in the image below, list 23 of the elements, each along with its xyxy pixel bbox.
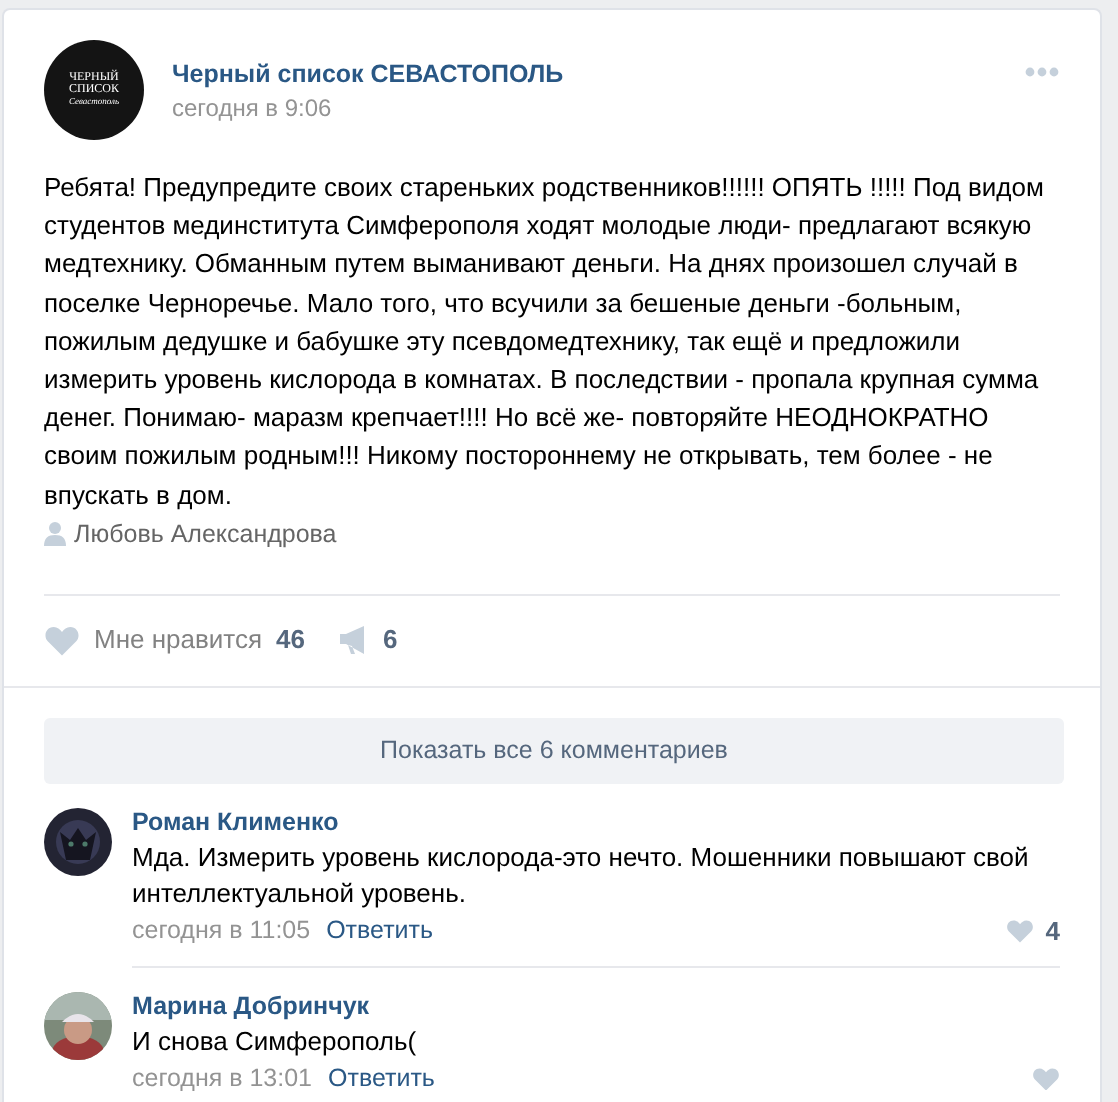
signer-name[interactable]: Любовь Александрова (74, 515, 337, 555)
post-text: Ребята! Предупредите своих стареньких родственников!!!!!! ОПЯТЬ !!!!! Под видом студентов мединститута Симферополя ходят молодые люди- предлагают всякую медтехнику. Обманным путем выманивают деньги. На днях произошел случай в поселке Черноречье. Мало того, что всучили за бешеные деньги -больным, пожилым дедушке и бабушке эту псевдомедтехнику, так ещё и предложили измерить уровень кислорода в комнатах. В последствии - пропала крупная сумма денег. Понимаю- маразм крепчает!!!! Но всё же- повторяйте НЕОДНОКРАТНО своим пожилым родным!!! Никому постороннему не открывать, тем более - не впускать в дом. (44, 170, 1046, 514)
comment-text: И снова Симферополь( (132, 1023, 419, 1060)
comment-like-button[interactable] (1032, 1065, 1060, 1091)
comment-author[interactable]: Марина Добринчук (132, 987, 1060, 1024)
reply-link[interactable]: Ответить (326, 916, 434, 945)
heart-icon (44, 624, 80, 656)
group-name[interactable]: Черный список СЕВАСТОПОЛЬ (172, 59, 996, 87)
like-button[interactable]: Мне нравится 46 (44, 624, 305, 656)
show-comments-button[interactable]: Показать все 6 комментариев (44, 717, 1064, 784)
reply-link[interactable]: Ответить (328, 1063, 435, 1092)
more-icon[interactable] (1024, 66, 1060, 78)
comment-time[interactable]: сегодня в 11:05 (132, 916, 311, 945)
comment-time[interactable]: сегодня в 13:01 (132, 1063, 312, 1092)
person-icon (44, 522, 66, 547)
megaphone-icon (340, 625, 369, 654)
post-time[interactable]: сегодня в 9:06 (172, 93, 996, 121)
share-button[interactable]: 6 (340, 624, 398, 655)
heart-icon (1005, 918, 1034, 944)
heart-icon (1032, 1065, 1060, 1091)
comment-like-button[interactable]: 4 (1005, 915, 1060, 946)
comment-text: Мда. Измерить уровень кислорода-это нечто. Мошенники повышают свой интеллектуальной уровень. (132, 839, 1031, 912)
comment-author[interactable]: Роман Клименко (132, 803, 1060, 840)
